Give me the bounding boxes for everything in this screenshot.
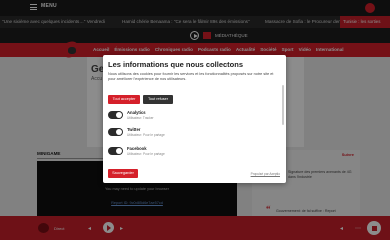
dialog-scrollbar[interactable] bbox=[282, 85, 284, 125]
accept-all-button[interactable]: Tout accepter bbox=[108, 95, 140, 104]
toggle-sublabel: Utilisateur: Pour le partage bbox=[127, 133, 165, 137]
consent-row-analytics: Analytics Utilisateur: Tracker bbox=[108, 110, 228, 122]
dialog-title: Les informations que nous collectons bbox=[108, 60, 244, 69]
toggle-label: Analytics bbox=[127, 110, 146, 115]
powered-by-link[interactable]: Propulsé par Axeptio bbox=[251, 172, 280, 176]
consent-row-facebook: Facebook Utilisateur: Pour le partage bbox=[108, 146, 228, 158]
toggle-label: Twitter bbox=[127, 127, 141, 132]
consent-row-twitter: Twitter Utilisateur: Pour le partage bbox=[108, 127, 228, 139]
toggle-label: Facebook bbox=[127, 146, 147, 151]
twitter-toggle[interactable] bbox=[108, 128, 123, 136]
toggle-sublabel: Utilisateur: Pour le partage bbox=[127, 152, 165, 156]
dialog-description: Nous utilisons des cookies pour fournir … bbox=[108, 72, 274, 82]
save-button[interactable]: Sauvegarder bbox=[108, 169, 138, 178]
facebook-toggle[interactable] bbox=[108, 147, 123, 155]
analytics-toggle[interactable] bbox=[108, 111, 123, 119]
refuse-all-button[interactable]: Tout refuser bbox=[143, 95, 173, 104]
toggle-sublabel: Utilisateur: Tracker bbox=[127, 116, 154, 120]
cookie-consent-dialog: Les informations que nous collectons Nou… bbox=[103, 55, 286, 183]
